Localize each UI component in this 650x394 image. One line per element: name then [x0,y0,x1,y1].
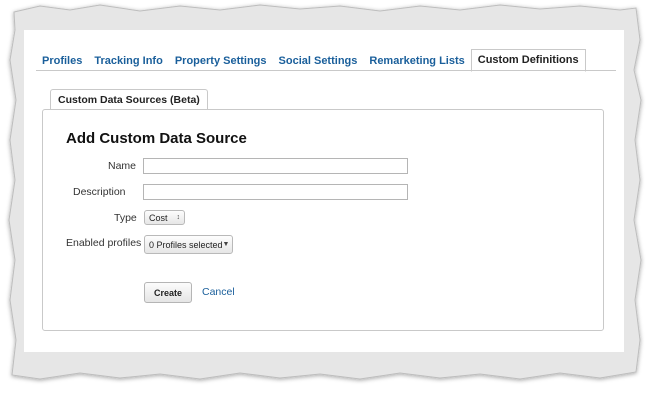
enabled-profiles-select-value: 0 Profiles selected [149,239,223,250]
enabled-profiles-label: Enabled profiles [66,237,142,249]
subtab-custom-data-sources[interactable]: Custom Data Sources (Beta) [50,89,208,110]
tab-social-settings[interactable]: Social Settings [273,51,364,71]
name-label: Name [108,160,137,172]
tab-custom-definitions[interactable]: Custom Definitions [470,49,586,72]
type-select-value: Cost [149,212,168,223]
cancel-link[interactable]: Cancel [202,286,235,298]
tab-divider [36,70,616,71]
tab-tracking-info[interactable]: Tracking Info [88,51,168,71]
type-label: Type [114,212,137,224]
tab-property-settings[interactable]: Property Settings [169,51,273,71]
tab-profiles[interactable]: Profiles [36,51,88,71]
description-input[interactable] [143,184,408,200]
description-label: Description [73,186,126,198]
name-input[interactable] [143,158,408,174]
enabled-profiles-select[interactable]: 0 Profiles selected ▼ [144,235,233,254]
type-select[interactable]: Cost ↕ [144,210,185,225]
create-button[interactable]: Create [144,282,192,303]
top-tab-bar: Profiles Tracking Info Property Settings… [36,49,586,72]
up-down-arrows-icon: ↕ [176,214,181,221]
tab-remarketing-lists[interactable]: Remarketing Lists [363,51,470,71]
page-title: Add Custom Data Source [66,130,247,147]
chevron-down-icon: ▼ [222,241,230,248]
